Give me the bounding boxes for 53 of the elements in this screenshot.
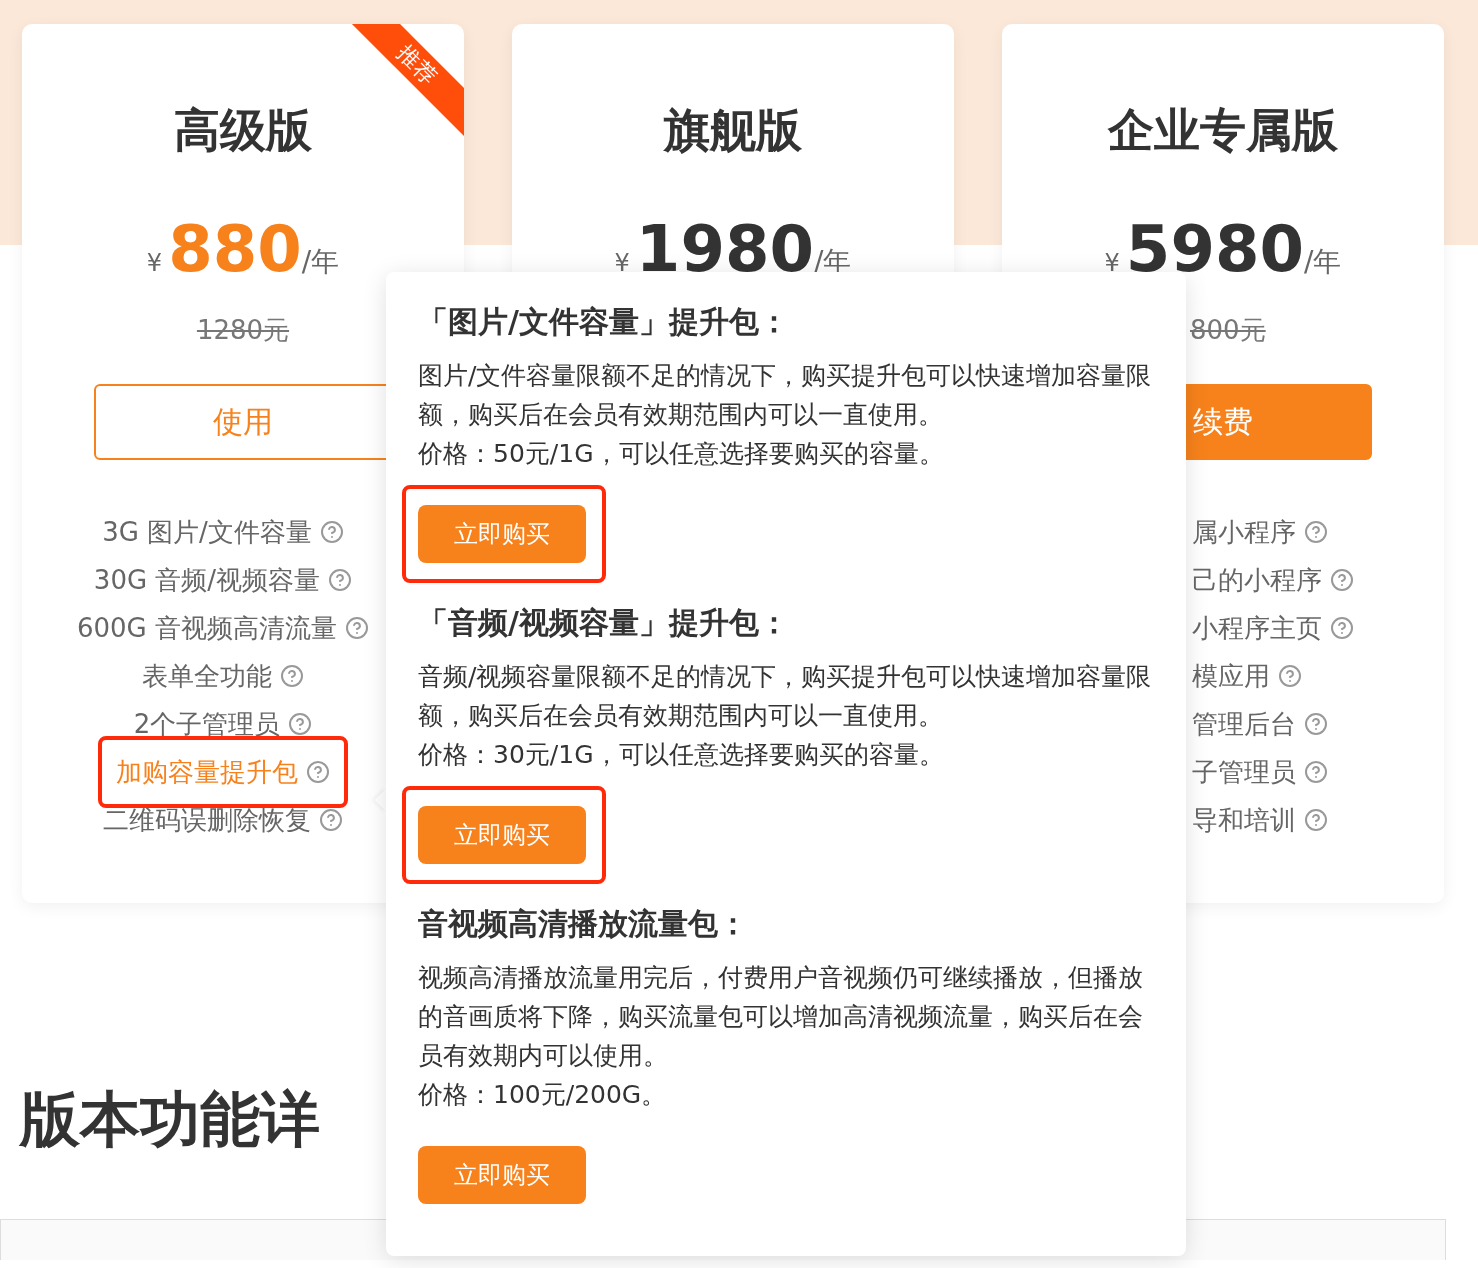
help-icon[interactable]: [1330, 568, 1354, 592]
help-icon[interactable]: [1304, 520, 1328, 544]
feature-text: 3G 图片/文件容量: [102, 515, 312, 549]
help-icon[interactable]: [280, 664, 304, 688]
help-icon[interactable]: [1330, 616, 1354, 640]
help-icon[interactable]: [319, 808, 343, 832]
package-price: 价格：30元/1G，可以任意选择要购买的容量。: [418, 739, 945, 771]
help-icon[interactable]: [319, 520, 344, 544]
package-title: 「音频/视频容量」提升包：: [418, 604, 790, 642]
help-icon[interactable]: [345, 616, 369, 640]
plan-title: 企业专属版: [1108, 102, 1338, 159]
plan-title: 旗舰版: [664, 102, 802, 159]
package-price: 价格：50元/1G，可以任意选择要购买的容量。: [418, 438, 945, 470]
feature-text: 子管理员: [1192, 755, 1296, 789]
plan-title: 高级版: [174, 102, 312, 159]
buy-button[interactable]: 立即购买: [418, 806, 586, 864]
package-title: 音视频高清播放流量包：: [418, 905, 749, 943]
feature-text: 导和培训: [1192, 803, 1296, 837]
help-icon[interactable]: [1304, 760, 1328, 784]
plan-price: 5980: [1125, 212, 1304, 286]
help-icon[interactable]: [328, 568, 353, 592]
feature-text: 二维码误删除恢复: [103, 803, 311, 837]
package-description: 视频高清播放流量用完后，付费用户音视频仍可继续播放，但播放的音画质将下降，购买流量包可以增加高清视频流量，购买后在会员有效期内可以使用。: [418, 962, 1144, 1072]
help-icon[interactable]: [306, 760, 330, 784]
package-title: 「图片/文件容量」提升包：: [418, 303, 790, 341]
feature-text: 600G 音视频高清流量: [76, 611, 337, 645]
help-icon[interactable]: [1304, 808, 1328, 832]
help-icon[interactable]: [288, 712, 313, 736]
feature-text: 模应用: [1192, 659, 1270, 693]
feature-text: 管理后台: [1192, 707, 1296, 741]
feature-text: 小程序主页: [1192, 611, 1322, 645]
help-icon[interactable]: [1304, 712, 1328, 736]
feature-text: 己的小程序: [1192, 563, 1322, 597]
feature-text: 加购容量提升包: [116, 755, 298, 789]
currency-symbol: ¥: [146, 249, 163, 277]
currency-symbol: ¥: [614, 249, 630, 277]
buy-button[interactable]: 立即购买: [418, 505, 586, 563]
feature-text: 属小程序: [1192, 515, 1296, 549]
package-description: 音频/视频容量限额不足的情况下，购买提升包可以快速增加容量限额，购买后在会员有效期范围内可以一直使用。: [418, 661, 1153, 732]
original-price: 800元: [1189, 314, 1266, 347]
original-price: 1280元: [196, 314, 290, 347]
help-icon[interactable]: [1278, 664, 1302, 688]
feature-text: 表单全功能: [142, 659, 272, 693]
package-price: 价格：100元/200G。: [418, 1079, 668, 1111]
plan-price: 880: [168, 212, 302, 286]
feature-text: 30G 音频/视频容量: [93, 563, 321, 597]
feature-text: 2个子管理员: [133, 707, 281, 741]
currency-symbol: ¥: [1104, 249, 1120, 277]
section-heading: 版本功能详: [20, 1083, 320, 1156]
plan-price: 1980: [635, 212, 814, 286]
buy-button[interactable]: 立即购买: [418, 1146, 586, 1204]
price-period: /年: [1304, 244, 1342, 280]
price-period: /年: [301, 244, 340, 280]
